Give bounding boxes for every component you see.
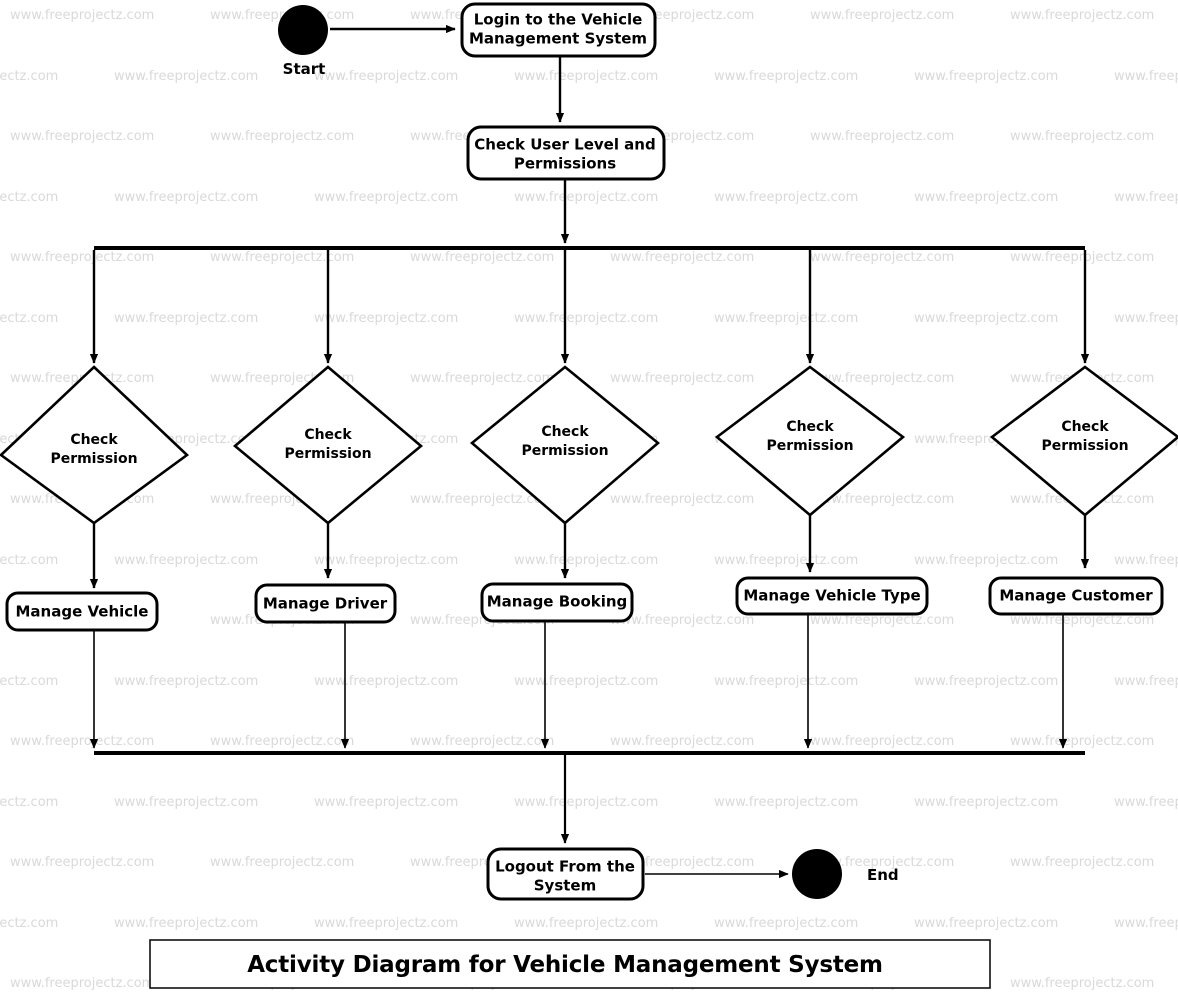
decision-node-check-permission-2-label-line1: Check [304, 427, 352, 443]
decision-node-check-permission-3-label-line2: Permission [521, 443, 608, 459]
decision-node-check-permission-1-label-line2: Permission [50, 451, 137, 467]
action-node-check-user-level-label-line1: Check User Level and [474, 136, 655, 154]
action-node-manage-driver-label: Manage Driver [263, 595, 388, 613]
action-node-manage-customer[interactable]: Manage Customer [988, 576, 1164, 616]
action-node-manage-vehicle-label: Manage Vehicle [16, 603, 149, 621]
action-node-manage-booking[interactable]: Manage Booking [480, 582, 634, 623]
end-node-icon [792, 849, 842, 899]
start-node-icon [278, 5, 328, 55]
decision-node-check-permission-3-label-line1: Check [541, 424, 589, 440]
action-node-logout-label-line2: System [534, 877, 596, 895]
decision-node-check-permission-2-label-line2: Permission [284, 446, 371, 462]
decision-node-check-permission-2-shape [232, 365, 424, 525]
action-node-logout[interactable]: Logout From the System [486, 847, 645, 901]
action-node-login-label-line1: Login to the Vehicle [474, 11, 643, 29]
decision-node-check-permission-1[interactable]: Check Permission [0, 365, 190, 525]
action-node-login-label-line2: Management System [469, 30, 647, 48]
edge-layer [89, 24, 1090, 589]
decision-node-check-permission-5-label-line1: Check [1061, 419, 1109, 435]
action-node-manage-vehicle-type-label: Manage Vehicle Type [743, 587, 920, 605]
action-node-check-user-level-label-line2: Permissions [514, 155, 616, 173]
decision-node-check-permission-1-label-line1: Check [70, 432, 118, 448]
diagram-title-box: Activity Diagram for Vehicle Management … [149, 939, 991, 989]
action-node-manage-customer-label: Manage Customer [999, 587, 1153, 605]
action-node-manage-booking-label: Manage Booking [487, 593, 628, 611]
decision-node-check-permission-3[interactable]: Check Permission [469, 365, 661, 525]
decision-node-check-permission-4[interactable]: Check Permission [714, 365, 906, 517]
decision-node-check-permission-2[interactable]: Check Permission [232, 365, 424, 525]
diagram-title-text: Activity Diagram for Vehicle Management … [247, 952, 883, 978]
action-node-logout-label-line1: Logout From the [495, 858, 635, 876]
start-node-label: Start [283, 60, 326, 78]
decision-node-check-permission-4-label-line1: Check [786, 419, 834, 435]
action-node-check-user-level[interactable]: Check User Level and Permissions [466, 125, 666, 181]
action-node-login[interactable]: Login to the Vehicle Management System [460, 2, 657, 58]
end-node-label: End [867, 866, 899, 884]
action-node-manage-driver[interactable]: Manage Driver [254, 583, 397, 624]
edge-layer-join [89, 610, 1068, 749]
decision-node-check-permission-5[interactable]: Check Permission [989, 365, 1178, 517]
decision-node-check-permission-5-label-line2: Permission [1041, 438, 1128, 454]
action-node-manage-vehicle-type[interactable]: Manage Vehicle Type [735, 576, 929, 616]
activity-diagram-canvas: www.freeprojectz.com www.freeprojectz.com… [0, 0, 1178, 992]
decision-node-check-permission-4-label-line2: Permission [766, 438, 853, 454]
activity-diagram-svg: Start End Login to the Vehicle Managemen… [0, 2, 1178, 989]
action-node-manage-vehicle[interactable]: Manage Vehicle [5, 591, 159, 632]
